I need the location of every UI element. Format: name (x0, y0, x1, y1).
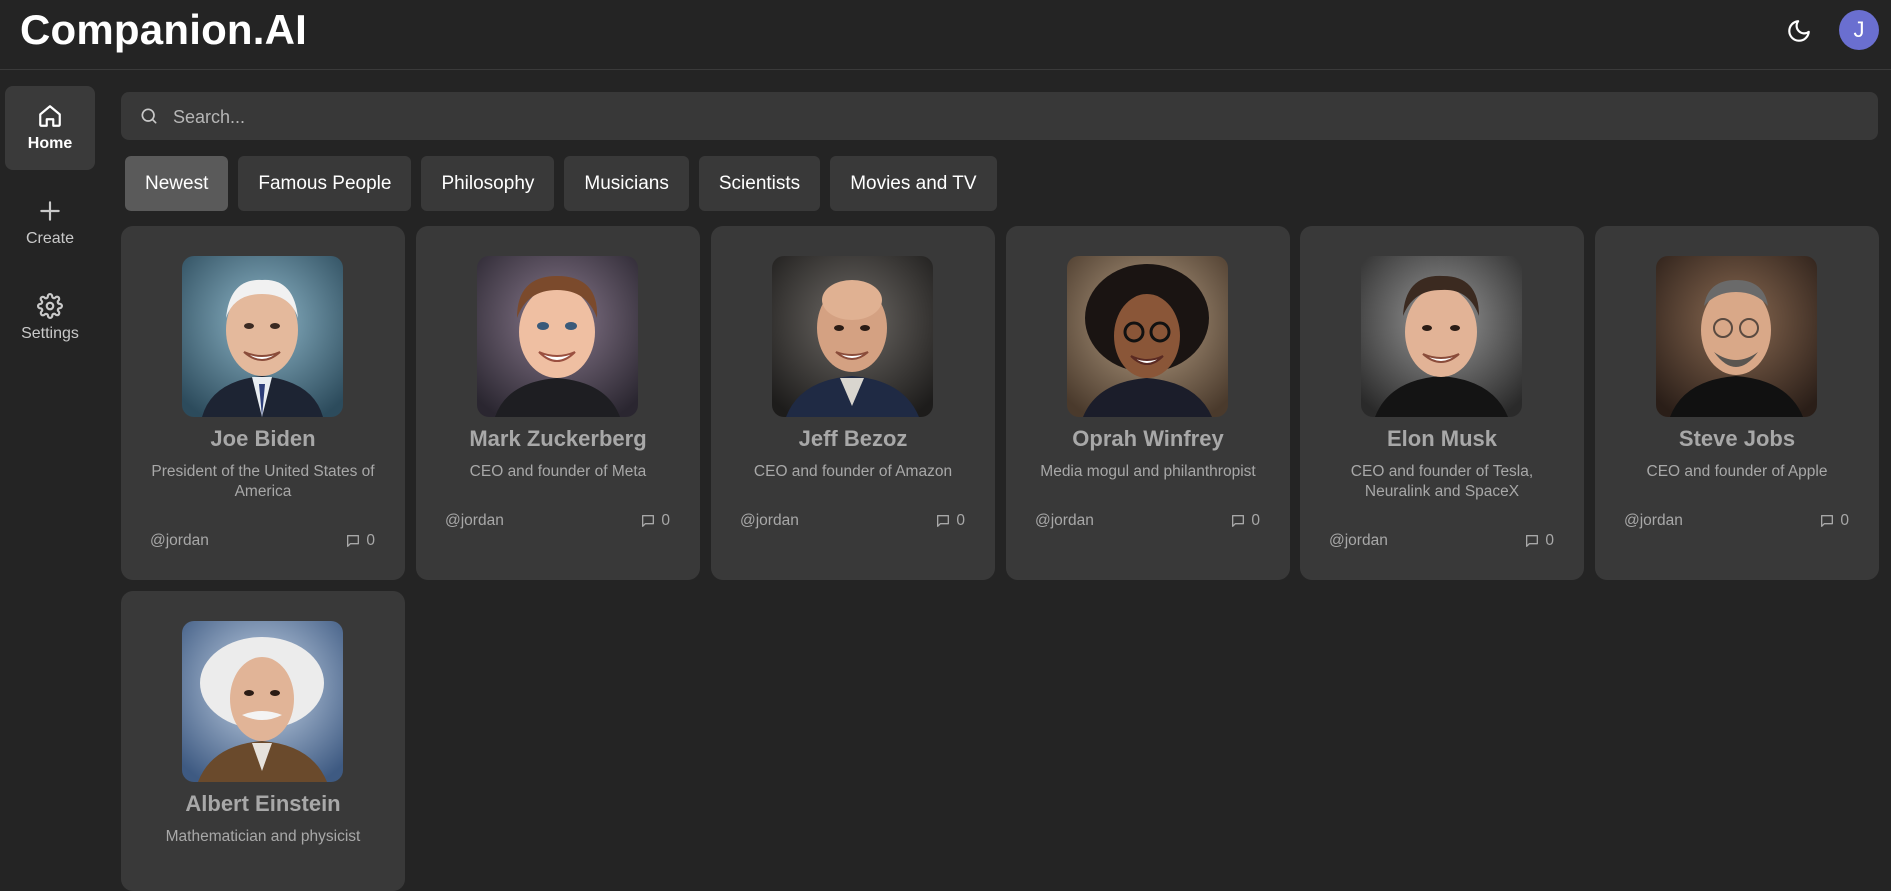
comment-icon (937, 515, 950, 527)
companion-avatar (1067, 256, 1228, 417)
comment-count-value: 0 (1545, 532, 1554, 549)
comment-count: 0 (345, 532, 375, 550)
app-logo[interactable]: Companion.AI (20, 6, 307, 54)
companion-name: Steve Jobs (1678, 426, 1796, 451)
companion-name: Mark Zuckerberg (469, 426, 647, 451)
companion-author: @jordan (150, 532, 209, 549)
companion-author: @jordan (740, 512, 799, 529)
sidebar-item-create[interactable]: Create (5, 181, 95, 265)
companion-description: Mathematician and physicist (165, 828, 361, 845)
companion-name: Elon Musk (1386, 426, 1497, 451)
companion-card-joe-biden[interactable]: Joe Biden President of the United States… (121, 226, 405, 580)
search-bar (121, 92, 1878, 142)
comment-count: 0 (1230, 512, 1260, 530)
companion-avatar (477, 256, 638, 417)
companion-description: CEO and founder of Apple (1646, 463, 1828, 480)
sidebar-item-home[interactable]: Home (5, 86, 95, 170)
comment-icon (642, 515, 655, 527)
theme-toggle-moon-icon[interactable] (1786, 18, 1812, 44)
comment-count: 0 (935, 512, 965, 530)
category-famous-people[interactable]: Famous People (238, 156, 412, 211)
category-movies-and-tv[interactable]: Movies and TV (830, 156, 997, 211)
companion-avatar (1656, 256, 1817, 417)
plus-icon (40, 201, 60, 221)
companion-name: Joe Biden (210, 426, 316, 451)
companion-avatar (1361, 256, 1522, 417)
companion-name: Oprah Winfrey (1072, 426, 1224, 451)
top-bar: Companion.AI J (0, 0, 1891, 70)
companion-card-jeff-bezoz[interactable]: Jeff Bezoz CEO and founder of Amazon @jo… (711, 226, 995, 580)
gear-icon (37, 293, 63, 319)
comment-icon (1526, 535, 1539, 547)
comment-count-value: 0 (661, 512, 670, 529)
companion-author: @jordan (445, 512, 504, 529)
user-avatar[interactable]: J (1839, 10, 1879, 50)
companion-avatar (182, 621, 343, 782)
companion-card-oprah-winfrey[interactable]: Oprah Winfrey Media mogul and philanthro… (1006, 226, 1290, 580)
companion-author: @jordan (1329, 532, 1388, 549)
category-musicians[interactable]: Musicians (564, 156, 689, 211)
comment-icon (1232, 515, 1245, 527)
comment-count-value: 0 (1840, 512, 1849, 529)
companion-card-albert-einstein[interactable]: Albert Einstein Mathematician and physic… (121, 591, 405, 891)
comment-icon (1821, 515, 1834, 527)
companion-name: Albert Einstein (185, 791, 341, 816)
companion-name: Jeff Bezoz (798, 426, 908, 451)
companion-description: CEO and founder of Tesla, Neuralink and … (1350, 463, 1534, 500)
home-icon (39, 105, 61, 127)
category-scientists[interactable]: Scientists (698, 156, 821, 211)
comment-count-value: 0 (366, 532, 375, 549)
sidebar-item-settings[interactable]: Settings (5, 276, 95, 360)
sidebar-item-label: Home (27, 135, 73, 152)
search-input[interactable] (171, 92, 1855, 142)
comment-count-value: 0 (1251, 512, 1260, 529)
companion-description: CEO and founder of Meta (469, 463, 647, 480)
search-icon (141, 108, 157, 124)
category-newest[interactable]: Newest (125, 156, 229, 211)
companion-description: Media mogul and philanthropist (1040, 463, 1256, 480)
comment-count: 0 (1524, 532, 1554, 550)
comment-count: 0 (1819, 512, 1849, 530)
companion-card-steve-jobs[interactable]: Steve Jobs CEO and founder of Apple @jor… (1595, 226, 1879, 580)
companion-card-mark-zuckerberg[interactable]: Mark Zuckerberg CEO and founder of Meta … (416, 226, 700, 580)
companion-card-elon-musk[interactable]: Elon Musk CEO and founder of Tesla, Neur… (1300, 226, 1584, 580)
sidebar-item-label: Create (25, 230, 75, 247)
category-filter: Newest Famous People Philosophy Musician… (125, 156, 997, 211)
comment-count-value: 0 (956, 512, 965, 529)
companion-avatar (772, 256, 933, 417)
companion-avatar (182, 256, 343, 417)
sidebar-item-label: Settings (21, 325, 79, 342)
category-philosophy[interactable]: Philosophy (421, 156, 555, 211)
companion-author: @jordan (1624, 512, 1683, 529)
comment-icon (347, 535, 360, 547)
companion-description: CEO and founder of Amazon (753, 463, 953, 480)
companion-author: @jordan (1035, 512, 1094, 529)
companion-description: President of the United States of Americ… (151, 463, 375, 500)
comment-count: 0 (640, 512, 670, 530)
